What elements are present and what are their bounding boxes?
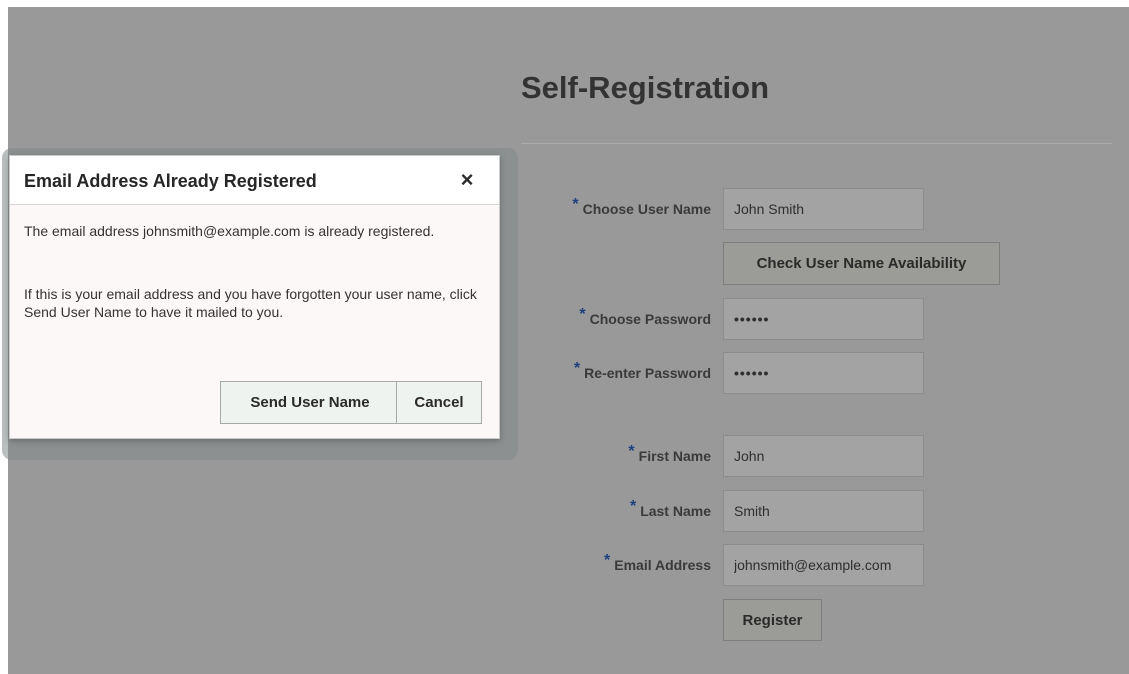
page-title: Self-Registration [521, 70, 770, 105]
username-label-text: Choose User Name [582, 201, 711, 217]
check-availability-button[interactable]: Check User Name Availability [723, 242, 1000, 285]
password-label-text: Choose Password [589, 311, 711, 327]
email-label-text: Email Address [614, 557, 711, 573]
required-star: * [572, 196, 579, 213]
send-user-name-button[interactable]: Send User Name [220, 381, 400, 424]
title-divider [521, 143, 1112, 144]
username-input[interactable] [723, 188, 924, 230]
email-registered-dialog: Email Address Already Registered × The e… [9, 155, 500, 439]
email-row: * Email Address [521, 544, 1121, 586]
password-label: * Choose Password [579, 298, 711, 340]
required-star: * [573, 360, 581, 377]
dialog-header: Email Address Already Registered × [10, 156, 499, 205]
last-name-label-text: Last Name [640, 503, 711, 519]
first-name-row: * First Name [521, 435, 1121, 477]
email-input[interactable] [723, 544, 924, 586]
required-star: * [628, 443, 635, 460]
reenter-password-label: * Re-enter Password [574, 352, 711, 394]
required-star: * [604, 552, 611, 569]
first-name-label: * First Name [628, 435, 711, 477]
reenter-password-input[interactable] [723, 352, 924, 394]
first-name-input[interactable] [723, 435, 924, 477]
reenter-password-label-text: Re-enter Password [584, 365, 711, 381]
dialog-message-instructions: If this is your email address and you ha… [24, 286, 477, 320]
reenter-password-row: * Re-enter Password [521, 352, 1121, 394]
username-row: * Choose User Name [521, 188, 1121, 230]
required-star: * [579, 306, 586, 323]
cancel-button[interactable]: Cancel [396, 381, 482, 424]
last-name-input[interactable] [723, 490, 924, 532]
first-name-label-text: First Name [638, 448, 711, 464]
dialog-message-registered: The email address johnsmith@example.com … [24, 223, 435, 239]
email-label: * Email Address [604, 544, 711, 586]
password-row: * Choose Password [521, 298, 1121, 340]
password-input[interactable] [723, 298, 924, 340]
username-label: * Choose User Name [572, 188, 711, 230]
last-name-label: * Last Name [630, 490, 711, 532]
required-star: * [629, 498, 637, 515]
last-name-row: * Last Name [521, 490, 1121, 532]
dialog-title: Email Address Already Registered [24, 171, 317, 191]
close-icon[interactable]: × [455, 167, 479, 193]
register-button[interactable]: Register [723, 599, 822, 641]
